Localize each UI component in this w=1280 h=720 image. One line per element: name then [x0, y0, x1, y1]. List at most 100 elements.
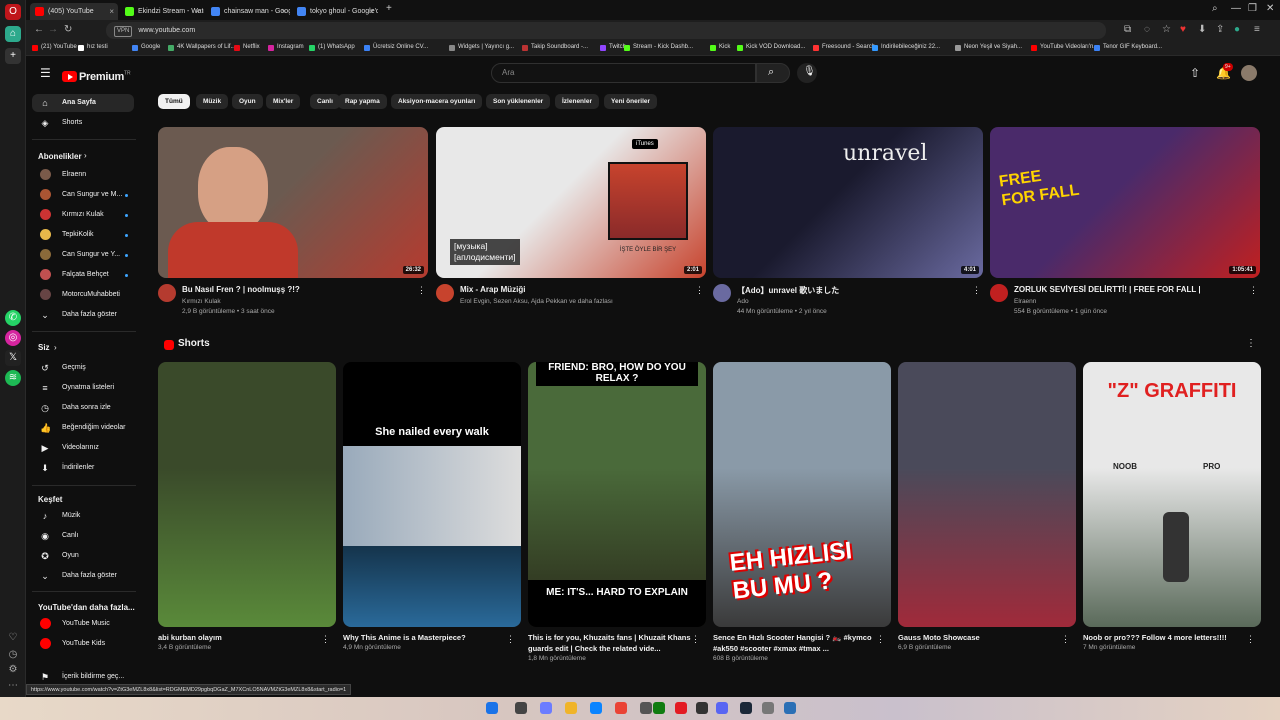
more-options-icon[interactable]: ⋮ [506, 634, 515, 645]
video-title[interactable]: Bu Nasıl Fren ? | noolmuşş ?!? [182, 285, 412, 294]
sidebar-item[interactable]: YouTube Music [32, 615, 134, 633]
sidebar-item[interactable]: ◈ Shorts [32, 114, 134, 132]
short-card[interactable]: abi kurban olayım 3,4 B görüntüleme ⋮ [158, 362, 336, 651]
bookmark-item[interactable]: Google [132, 44, 160, 51]
more-options-icon[interactable]: ⋮ [1061, 634, 1070, 645]
clock-icon[interactable]: ◷ [5, 647, 21, 663]
short-card[interactable]: Gauss Moto Showcase 6,9 B görüntüleme ⋮ [898, 362, 1076, 651]
filter-chip[interactable]: Mix'ler [266, 94, 301, 109]
sidebar-item[interactable]: MotorcuMuhabbeti [32, 286, 134, 304]
tab-close-icon[interactable]: × [109, 3, 114, 20]
filter-chip[interactable]: Canlı [310, 94, 340, 109]
sidebar-item[interactable]: ✪ Oyun [32, 547, 134, 565]
profile-icon[interactable]: ● [1234, 24, 1240, 35]
sidebar-item[interactable]: ◉ Canlı [32, 527, 134, 545]
browser-tab[interactable]: Ekindzi Stream - Watch Li× [120, 3, 204, 20]
sidebar-item[interactable]: ▶ Videolarınız [32, 439, 134, 457]
more-options-icon[interactable]: ⋮ [321, 634, 330, 645]
bookmark-item[interactable]: 4K Wallpapers of Lif... [168, 44, 235, 51]
video-thumbnail[interactable]: FREE FOR FALL 1:05:41 [990, 127, 1260, 278]
bookmark-item[interactable]: Indirilebileceğiniz 22... [872, 44, 940, 51]
app2-icon[interactable] [762, 702, 774, 714]
bookmark-item[interactable]: Widgets | Yayıncı g... [449, 44, 514, 51]
share-icon[interactable]: ⇪ [1216, 24, 1224, 35]
bookmark-item[interactable]: (21) YouTube [32, 44, 77, 51]
shorts-more-icon[interactable]: ⋮ [1246, 338, 1256, 349]
voice-search-button[interactable]: 🎙 [797, 63, 817, 83]
more-options-icon[interactable]: ⋮ [691, 634, 700, 645]
channel-avatar[interactable] [990, 284, 1008, 302]
sidebar-item[interactable]: ◷ Daha sonra izle [32, 399, 134, 417]
extension-icon[interactable]: ⧉ [1124, 24, 1131, 35]
hamburger-menu-icon[interactable]: ☰ [40, 66, 51, 80]
more-icon[interactable]: ⋯ [5, 678, 21, 694]
menu-icon[interactable]: ≡ [1254, 24, 1260, 35]
back-icon[interactable]: ← [34, 24, 44, 35]
bookmark-item[interactable]: Kick [710, 44, 730, 51]
short-thumbnail[interactable]: She nailed every walk [343, 362, 521, 627]
opera-logo-icon[interactable]: O [5, 4, 21, 20]
short-title[interactable]: Sence En Hızlı Scooter Hangisi ? 🏍️ #kym… [713, 632, 878, 654]
short-card[interactable]: She nailed every walk Why This Anime is a… [343, 362, 521, 651]
heart-icon[interactable]: ♡ [5, 630, 21, 646]
short-thumbnail[interactable] [158, 362, 336, 627]
subscriptions-header[interactable]: Abonelikler [38, 152, 82, 161]
bookmark-item[interactable]: Freesound - Search [813, 44, 875, 51]
bookmark-item[interactable]: Stream - Kick Dashb... [624, 44, 693, 51]
more-options-icon[interactable]: ⋮ [1249, 285, 1258, 296]
add-icon[interactable]: + [5, 48, 21, 64]
url-field[interactable]: VPN www.youtube.com [106, 22, 1106, 39]
edge-icon[interactable] [590, 702, 602, 714]
minimize-icon[interactable]: — [1231, 3, 1241, 14]
bookmark-item[interactable]: Neon Yeşil ve Siyah... [955, 44, 1022, 51]
video-card[interactable]: FREE FOR FALL 1:05:41 ZORLUK SEVİYESİ DELİ… [990, 127, 1260, 318]
vpn-badge[interactable]: VPN [114, 26, 133, 37]
browser-tab[interactable]: chainsaw man - Google'da× [206, 3, 290, 20]
sidebar-item[interactable]: YouTube Kids [32, 635, 134, 653]
bookmark-item[interactable]: Instagram [268, 44, 304, 51]
more-options-icon[interactable]: ⋮ [972, 285, 981, 296]
bookmark-item[interactable]: YouTube Videoları'n... [1031, 44, 1098, 51]
new-tab-button[interactable]: + [386, 3, 392, 14]
browser-tab[interactable]: tokyo ghoul - Google'da a× [292, 3, 378, 20]
channel-name[interactable]: Kırmızı Kulak [182, 298, 221, 305]
sidebar-item[interactable]: Kırmızı Kulak [32, 206, 134, 224]
short-title[interactable]: Noob or pro??? Follow 4 more letters!!!! [1083, 632, 1248, 643]
filter-chip[interactable]: Yeni öneriler [604, 94, 658, 109]
short-thumbnail[interactable]: "Z" GRAFFITI NOOB PRO [1083, 362, 1261, 627]
search-input[interactable]: Ara [491, 63, 756, 83]
chrome-icon[interactable] [615, 702, 627, 714]
tab-close-icon[interactable]: × [369, 3, 374, 20]
filter-chip[interactable]: Tümü [158, 94, 190, 109]
sidebar-item[interactable]: ♪ Müzik [32, 507, 134, 525]
browser-tab[interactable]: (405) YouTube × [30, 3, 118, 20]
widgets-icon[interactable] [540, 702, 552, 714]
create-icon[interactable]: ⇧ [1190, 66, 1200, 80]
filter-chip[interactable]: Oyun [232, 94, 263, 109]
reload-icon[interactable]: ↻ [64, 24, 72, 35]
bookmark-item[interactable]: Kick VOD Download... [737, 44, 805, 51]
short-thumbnail[interactable]: FRIEND: BRO, HOW DO YOU RELAX ? ME: IT'S.… [528, 362, 706, 627]
opera-icon[interactable] [675, 702, 687, 714]
explorer-icon[interactable] [565, 702, 577, 714]
downloads-icon[interactable]: ⬇ [1198, 24, 1206, 35]
video-card[interactable]: İŞTE ÖYLE BİR ŞEY iTunes [музыка] [аплодис… [436, 127, 706, 318]
channel-avatar[interactable] [436, 284, 454, 302]
video-thumbnail[interactable]: 26:32 [158, 127, 428, 278]
search-tabs-icon[interactable]: ⌕ [1212, 3, 1218, 14]
filter-chip[interactable]: Müzik [196, 94, 229, 109]
short-title[interactable]: Why This Anime is a Masterpiece? [343, 632, 508, 643]
sidebar-item[interactable]: ⬇ İndirilenler [32, 459, 134, 477]
video-thumbnail[interactable]: İŞTE ÖYLE BİR ŞEY iTunes [музыка] [аплодис… [436, 127, 706, 278]
search-button[interactable]: ⌕ [756, 63, 790, 83]
video-title[interactable]: 【Ado】unravel 歌いました [737, 285, 967, 296]
sidebar-item[interactable]: ⌂ Ana Sayfa [32, 94, 134, 112]
bookmark-item[interactable]: Netflix [234, 44, 260, 51]
video-title[interactable]: ZORLUK SEVİYESİ DELİRTTİ! | FREE FOR FAL… [1014, 285, 1244, 294]
bookmark-item[interactable]: hız testi [78, 44, 108, 51]
sidebar-item[interactable]: Falçata Behçet [32, 266, 134, 284]
more-options-icon[interactable]: ⋮ [1246, 634, 1255, 645]
youtube-logo[interactable]: PremiumTR [62, 68, 131, 86]
sidebar-item[interactable]: Can Sungur ve M... [32, 186, 134, 204]
short-thumbnail[interactable] [898, 362, 1076, 627]
